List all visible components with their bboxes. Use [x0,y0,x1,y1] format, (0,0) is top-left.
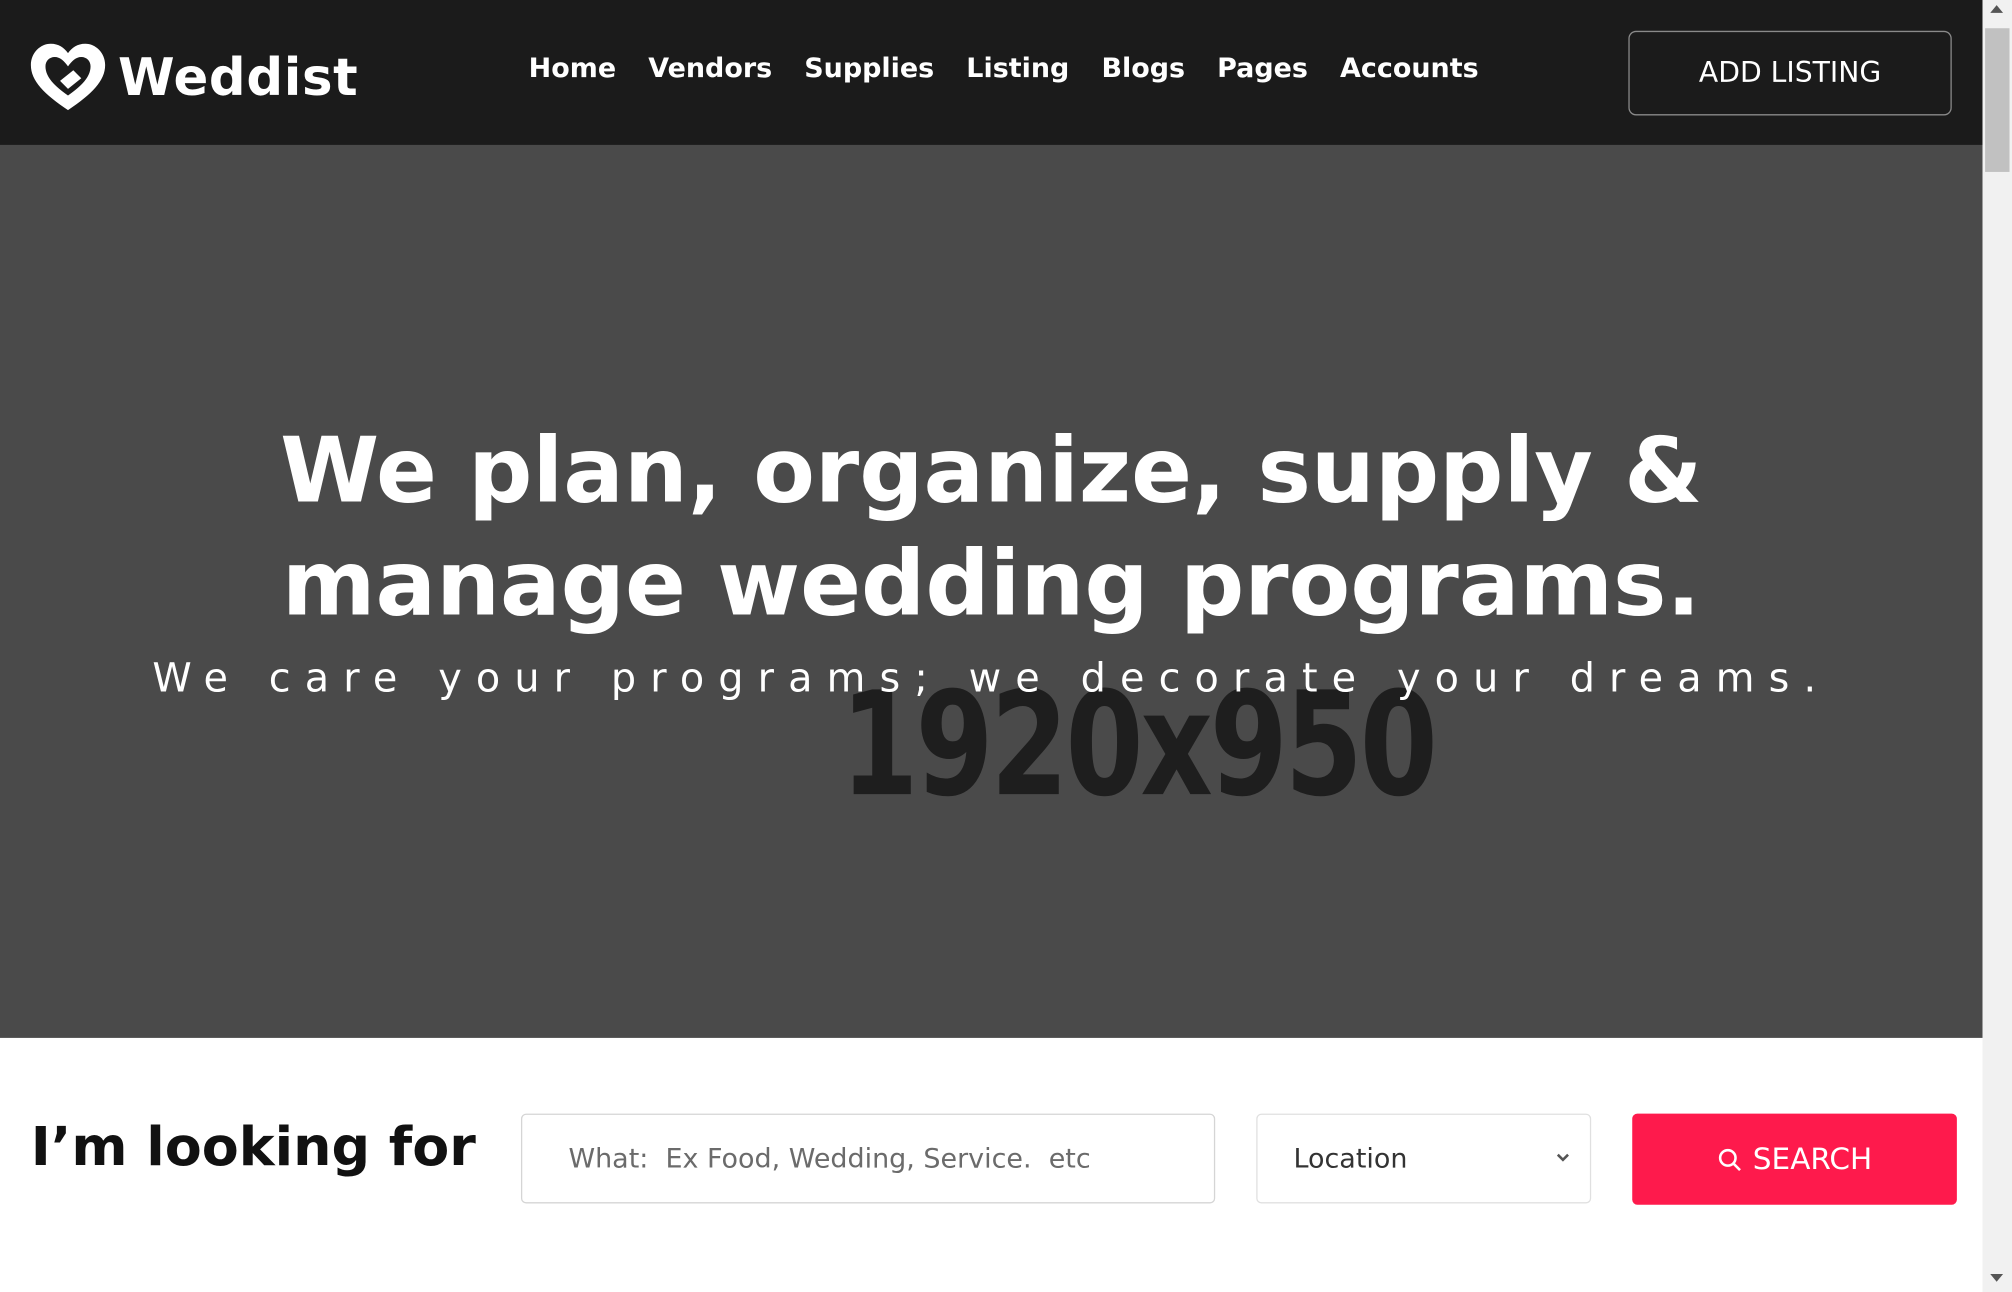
nav-accounts[interactable]: Accounts [1340,53,1479,84]
scrollbar-thumb[interactable] [1985,28,2010,172]
location-select[interactable]: Location [1256,1113,1592,1204]
hero-title: We plan, organize, supply & manage weddi… [0,414,1983,640]
main-nav: Home Vendors Supplies Listing Blogs Page… [529,53,1511,84]
search-heading: I’m looking for [30,1114,476,1178]
what-search-input[interactable] [520,1113,1216,1204]
nav-home[interactable]: Home [529,53,616,84]
search-icon [1718,1148,1741,1171]
search-section: I’m looking for Location SEARCH [0,1037,1983,1292]
add-listing-button[interactable]: ADD LISTING [1628,30,1952,116]
page-scrollbar[interactable] [1982,0,2012,1292]
heart-logo-icon [30,43,106,111]
scroll-down-arrow-icon[interactable] [1990,1274,2004,1282]
nav-blogs[interactable]: Blogs [1101,53,1185,84]
nav-listing[interactable]: Listing [966,53,1069,84]
search-button-label: SEARCH [1752,1142,1873,1176]
location-select-value: Location [1293,1143,1408,1174]
top-navbar: Weddist Home Vendors Supplies Listing Bl… [0,0,1983,145]
hero-title-line-2: manage wedding programs. [281,531,1701,637]
hero-title-line-1: We plan, organize, supply & [280,418,1703,524]
nav-pages[interactable]: Pages [1217,53,1308,84]
hero-section: 1920x950 We plan, organize, supply & man… [0,144,1983,1038]
nav-vendors[interactable]: Vendors [648,53,772,84]
brand-name: Weddist [118,48,359,108]
scroll-up-arrow-icon[interactable] [1990,5,2004,13]
hero-subtitle: We care your programs; we decorate your … [152,655,1831,702]
search-button[interactable]: SEARCH [1632,1113,1957,1205]
page: Weddist Home Vendors Supplies Listing Bl… [0,0,2012,1292]
brand-logo[interactable]: Weddist [28,41,358,115]
nav-supplies[interactable]: Supplies [804,53,934,84]
chevron-down-icon [1556,1153,1569,1162]
